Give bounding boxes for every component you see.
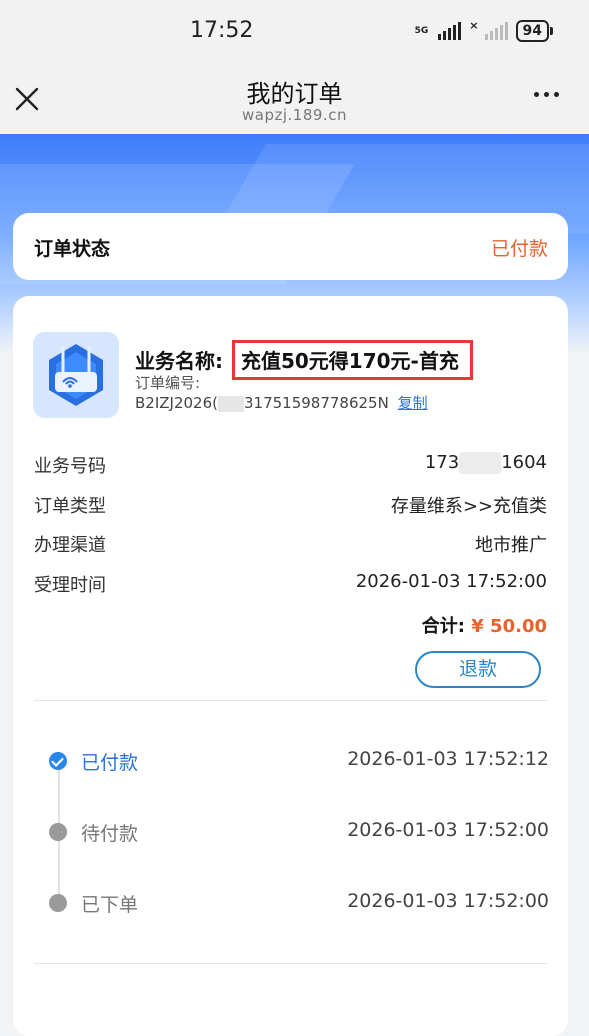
signal-icon — [438, 22, 462, 40]
status-bar: 17:52 5G × 94 — [0, 0, 589, 62]
page-url: wapzj.189.cn — [242, 106, 347, 124]
status-icons: 5G × 94 — [414, 18, 553, 42]
copy-link[interactable]: 复制 — [398, 394, 428, 412]
order-status-card: 订单状态 已付款 — [13, 213, 568, 280]
clock: 17:52 — [190, 18, 254, 43]
no-signal-icon: × — [469, 18, 479, 32]
order-total: 合计: ¥ 50.00 — [421, 616, 547, 637]
signal-weak-icon — [484, 22, 508, 40]
more-icon[interactable] — [534, 92, 559, 97]
refund-button[interactable]: 退款 — [415, 651, 541, 688]
redacted-mask — [459, 452, 502, 474]
order-status-label: 订单状态 — [34, 238, 111, 260]
timeline-item-ordered: 已下单 2026-01-03 17:52:00 — [49, 888, 549, 918]
timeline-item-paid: 已付款 2026-01-03 17:52:12 — [49, 746, 549, 776]
dot-icon — [49, 894, 67, 912]
battery-icon: 94 — [515, 20, 553, 42]
biz-name-label: 业务名称: — [135, 349, 223, 373]
order-status-value: 已付款 — [490, 238, 548, 260]
router-icon — [33, 332, 119, 418]
order-no: B2IZJ2026(31751598778625N 复制 — [135, 394, 428, 412]
divider — [34, 700, 547, 701]
total-amount: ¥ 50.00 — [471, 616, 547, 637]
nav-header: 我的订单 wapzj.189.cn — [0, 62, 589, 134]
battery-level: 94 — [515, 20, 549, 42]
dot-icon — [49, 823, 67, 841]
order-detail-card: 业务名称: 充值50元得170元-首充 订单编号: B2IZJ2026(3175… — [13, 296, 568, 1036]
network-type: 5G — [414, 25, 429, 36]
page-title: 我的订单 — [246, 80, 343, 108]
divider — [34, 963, 547, 964]
redacted-mask — [217, 395, 244, 412]
timeline-item-pending: 待付款 2026-01-03 17:52:00 — [49, 817, 549, 847]
check-circle-icon — [49, 752, 67, 770]
biz-name-value: 充值50元得170元-首充 — [231, 340, 473, 380]
order-no-label: 订单编号: — [135, 374, 201, 392]
